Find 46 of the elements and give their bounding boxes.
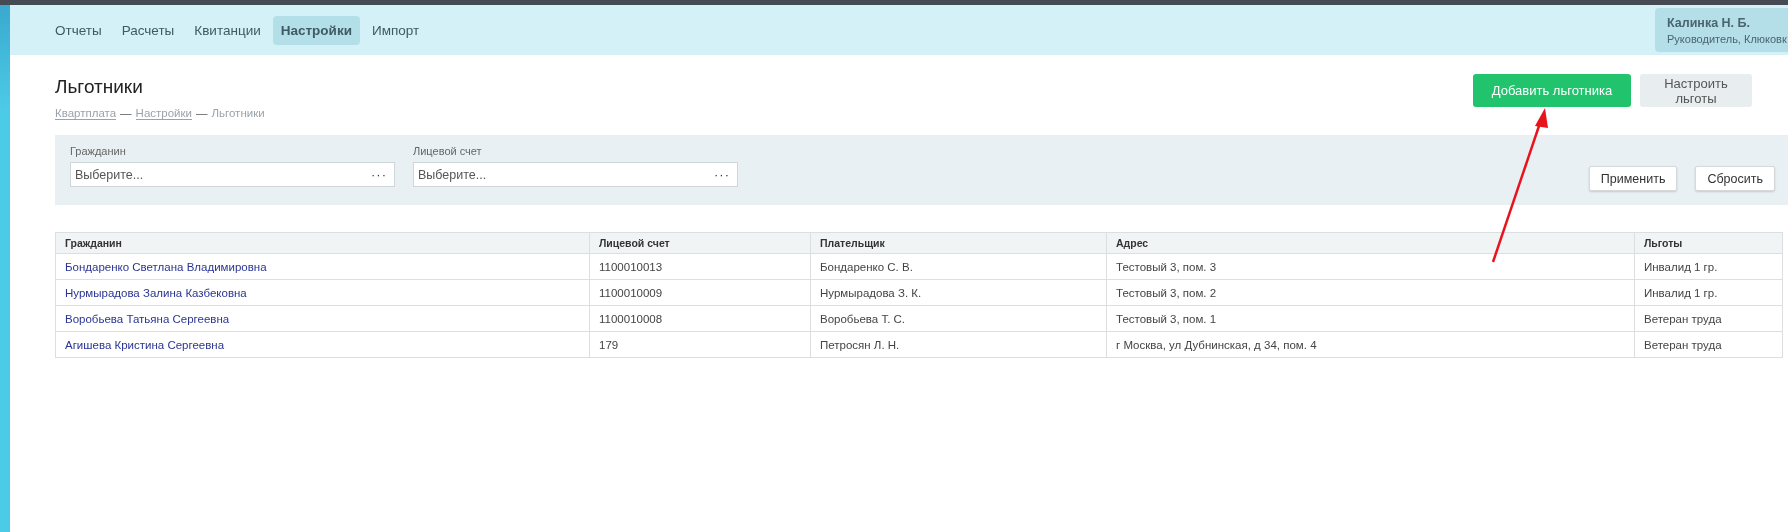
filter-button[interactable]: Применить	[1588, 166, 1678, 191]
citizen-link[interactable]: Нурмырадова Залина Казбековна	[65, 286, 247, 299]
nav-tab[interactable]: Импорт	[363, 15, 428, 45]
column-header: Плательщик	[810, 232, 1107, 254]
table-cell: Бондаренко С. В.	[810, 253, 1107, 280]
column-header: Адрес	[1106, 232, 1635, 254]
table-cell: Тестовый 3, пом. 1	[1106, 305, 1635, 332]
user-name: Калинка Н. Б.	[1667, 15, 1752, 30]
column-header: Лицевой счет	[589, 232, 811, 254]
filter-button[interactable]: Сбросить	[1695, 166, 1775, 191]
table-cell: Петросян Л. Н.	[810, 331, 1107, 358]
nav-tab[interactable]: Расчеты	[113, 15, 183, 45]
page-title: Льготники	[55, 76, 144, 98]
table-cell: 1100010009	[589, 279, 811, 306]
table-cell: Инвалид 1 гр.	[1634, 279, 1783, 306]
column-header: Гражданин	[55, 232, 590, 254]
table-cell: 1100010013	[589, 253, 811, 280]
table-cell: г Москва, ул Дубнинская, д 34, пом. 4	[1106, 331, 1635, 358]
table-cell: 1100010008	[589, 305, 811, 332]
table-cell: Тестовый 3, пом. 2	[1106, 279, 1635, 306]
table-cell: Воробьева Т. С.	[810, 305, 1107, 332]
field-label: Гражданин	[70, 145, 127, 157]
citizen-link[interactable]: Воробьева Татьяна Сергеевна	[65, 312, 230, 325]
table-cell: Ветеран труда	[1634, 305, 1783, 332]
table-cell: Нурмырадова З. К.	[810, 279, 1107, 306]
breadcrumb-separator: —	[120, 107, 132, 120]
nav-tab[interactable]: Квитанции	[186, 15, 269, 45]
column-header: Льготы	[1634, 232, 1783, 254]
table-cell: 179	[589, 331, 811, 358]
table-cell: Тестовый 3, пом. 3	[1106, 253, 1635, 280]
select-field[interactable]: Выберите... ···	[413, 162, 738, 187]
citizen-link[interactable]: Бондаренко Светлана Владимировна	[65, 260, 267, 273]
user-role: Руководитель, Клюковк	[1667, 32, 1788, 45]
breadcrumb-separator: —	[196, 107, 208, 120]
breadcrumb-current: Льготники	[211, 107, 265, 120]
nav-tab[interactable]: Настройки	[272, 15, 360, 45]
table-cell: Ветеран труда	[1634, 331, 1783, 358]
more-button[interactable]: ···	[707, 167, 737, 182]
citizen-link[interactable]: Агишева Кристина Сергеевна	[65, 338, 225, 351]
nav-tab[interactable]: Отчеты	[47, 15, 110, 45]
settings-button[interactable]: Настроить льготы	[1640, 74, 1752, 107]
table-cell: Инвалид 1 гр.	[1634, 253, 1783, 280]
select-field[interactable]: Выберите... ···	[70, 162, 395, 187]
field-label: Лицевой счет	[413, 145, 483, 157]
user-card[interactable]: Калинка Н. Б. Руководитель, Клюковк	[1655, 8, 1788, 52]
more-button[interactable]: ···	[364, 167, 394, 182]
